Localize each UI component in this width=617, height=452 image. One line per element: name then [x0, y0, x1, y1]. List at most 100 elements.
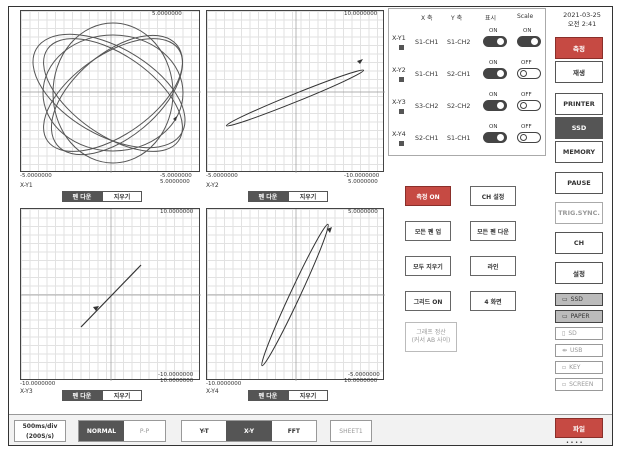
xy-channel-table: X 축 Y 축 표시 Scale X-Y1 S1-CH1 S1-CH2 ON O…	[388, 8, 546, 156]
storage-screen-option[interactable]: ▫ SCREEN	[555, 378, 603, 391]
plot1-pen-down-button[interactable]: 펜 다운	[62, 191, 102, 202]
trace-color-marker	[399, 77, 404, 82]
storage-key-option[interactable]: ▫ KEY	[555, 361, 603, 374]
timebase-button[interactable]: 500ms/div (200S/s)	[14, 420, 66, 442]
row-y-channel: S1-CH2	[447, 39, 471, 46]
display-toggle[interactable]	[483, 68, 507, 79]
display-state: ON	[489, 60, 498, 66]
display-toggle[interactable]	[483, 100, 507, 111]
xy-mode-button[interactable]: X-Y	[226, 421, 272, 441]
normal-mode-button[interactable]: NORMAL	[79, 421, 124, 441]
scale-state: ON	[523, 28, 532, 34]
storage-sd-option[interactable]: ▯ SD	[555, 327, 603, 340]
ch-settings-button[interactable]: CH 설정	[470, 186, 516, 206]
scale-state: OFF	[521, 124, 532, 130]
ch-button[interactable]: CH	[555, 232, 603, 254]
plot2-bottom-right-2: 5.0000000	[348, 179, 378, 185]
display-mode-group: Y-T X-Y FFT	[181, 420, 317, 442]
ssd-button[interactable]: SSD	[555, 117, 603, 139]
row-id: X-Y1	[392, 34, 406, 42]
screen-lock-icon: ▫	[562, 381, 567, 388]
storage-sd-label: SD	[568, 330, 577, 337]
play-button[interactable]: 재생	[555, 61, 603, 83]
plot2-bottom-left: -5.0000000	[206, 173, 238, 179]
scale-toggle[interactable]	[517, 36, 541, 47]
plot1-erase-button[interactable]: 지우기	[102, 191, 142, 202]
xy2-trace	[207, 11, 385, 173]
pp-mode-button[interactable]: P-P	[124, 421, 165, 441]
measure-on-button[interactable]: 측정 ON	[405, 186, 451, 206]
storage-usb-label: USB	[570, 347, 583, 354]
xy4-trace	[207, 209, 385, 381]
trig-sync-button[interactable]: TRIG.SYNC.	[555, 202, 603, 224]
usb-icon: ⇹	[562, 347, 568, 354]
graph-calc-label: 그래프 정산	[416, 329, 446, 336]
four-screen-button[interactable]: 4 화면	[470, 291, 516, 311]
grid-on-button[interactable]: 그리드 ON	[405, 291, 451, 311]
plot4-top-value: 5.0000000	[348, 209, 378, 215]
row-x-channel: S2-CH1	[415, 135, 439, 142]
all-pen-up-button[interactable]: 모든 펜 업	[405, 221, 451, 241]
display-toggle[interactable]	[483, 132, 507, 143]
pause-button[interactable]: PAUSE	[555, 172, 603, 194]
page-dots: • • • •	[566, 440, 583, 446]
xy-plot-2[interactable]	[206, 10, 385, 173]
plot3-erase-button[interactable]: 지우기	[102, 390, 142, 401]
plot4-label: X-Y4	[206, 388, 219, 395]
graph-calc-button[interactable]: 그래프 정산 (커서 AB 사이)	[405, 322, 457, 352]
memory-button[interactable]: MEMORY	[555, 141, 603, 163]
timebase-value: 500ms/div	[22, 423, 58, 430]
header-y-axis: Y 축	[451, 15, 463, 22]
storage-usb-option[interactable]: ⇹ USB	[555, 344, 603, 357]
storage-paper-option[interactable]: ▭ PAPER	[555, 310, 603, 323]
storage-key-label: KEY	[569, 364, 581, 371]
plot4-pen-down-button[interactable]: 펜 다운	[248, 390, 288, 401]
file-button[interactable]: 파일	[555, 418, 603, 438]
row-y-channel: S1-CH1	[447, 135, 471, 142]
settings-button[interactable]: 설정	[555, 262, 603, 284]
plot4-erase-button[interactable]: 지우기	[288, 390, 328, 401]
display-state: ON	[489, 124, 498, 130]
line-button[interactable]: 라인	[470, 256, 516, 276]
all-pen-down-button[interactable]: 모든 펜 다운	[470, 221, 516, 241]
measure-mode-group: NORMAL P-P	[78, 420, 166, 442]
row-x-channel: S3-CH2	[415, 103, 439, 110]
measure-button[interactable]: 측정	[555, 37, 603, 59]
row-x-channel: S1-CH1	[415, 39, 439, 46]
storage-ssd-option[interactable]: ▭ SSD	[555, 293, 603, 306]
paper-icon: ▭	[562, 313, 568, 320]
scale-toggle[interactable]	[517, 100, 541, 111]
plot4-bottom-right-2: 10.0000000	[344, 378, 378, 384]
plot3-bottom-left: -10.0000000	[20, 381, 56, 387]
display-state: ON	[489, 92, 498, 98]
header-x-axis: X 축	[421, 15, 433, 22]
plot2-pen-down-button[interactable]: 펜 다운	[248, 191, 288, 202]
plot4-bottom-left: -10.0000000	[206, 381, 242, 387]
fft-mode-button[interactable]: FFT	[272, 421, 316, 441]
plot1-top-value: 5.0000000	[152, 11, 182, 17]
plot3-bottom-right-2: 10.0000000	[160, 378, 194, 384]
printer-button[interactable]: PRINTER	[555, 93, 603, 115]
storage-ssd-label: SSD	[570, 296, 583, 303]
header-display: 표시	[485, 15, 497, 22]
erase-all-button[interactable]: 모두 지우기	[405, 256, 451, 276]
display-toggle[interactable]	[483, 36, 507, 47]
sheet-button[interactable]: SHEET1	[330, 420, 372, 442]
key-lock-icon: ▫	[562, 364, 567, 371]
xy-plot-3[interactable]	[20, 208, 201, 381]
storage-screen-label: SCREEN	[569, 381, 594, 388]
trace-color-marker	[399, 45, 404, 50]
row-y-channel: S2-CH2	[447, 103, 471, 110]
header-scale: Scale	[517, 13, 534, 20]
xy-plot-4[interactable]	[206, 208, 385, 381]
plot2-erase-button[interactable]: 지우기	[288, 191, 328, 202]
scale-toggle[interactable]	[517, 68, 541, 79]
date-text: 2021-03-25	[563, 11, 601, 19]
row-x-channel: S1-CH1	[415, 71, 439, 78]
scale-toggle[interactable]	[517, 132, 541, 143]
row-y-channel: S2-CH1	[447, 71, 471, 78]
yt-mode-button[interactable]: Y-T	[182, 421, 226, 441]
xy-plot-1[interactable]	[20, 10, 201, 173]
trace-color-marker	[399, 109, 404, 114]
plot3-pen-down-button[interactable]: 펜 다운	[62, 390, 102, 401]
